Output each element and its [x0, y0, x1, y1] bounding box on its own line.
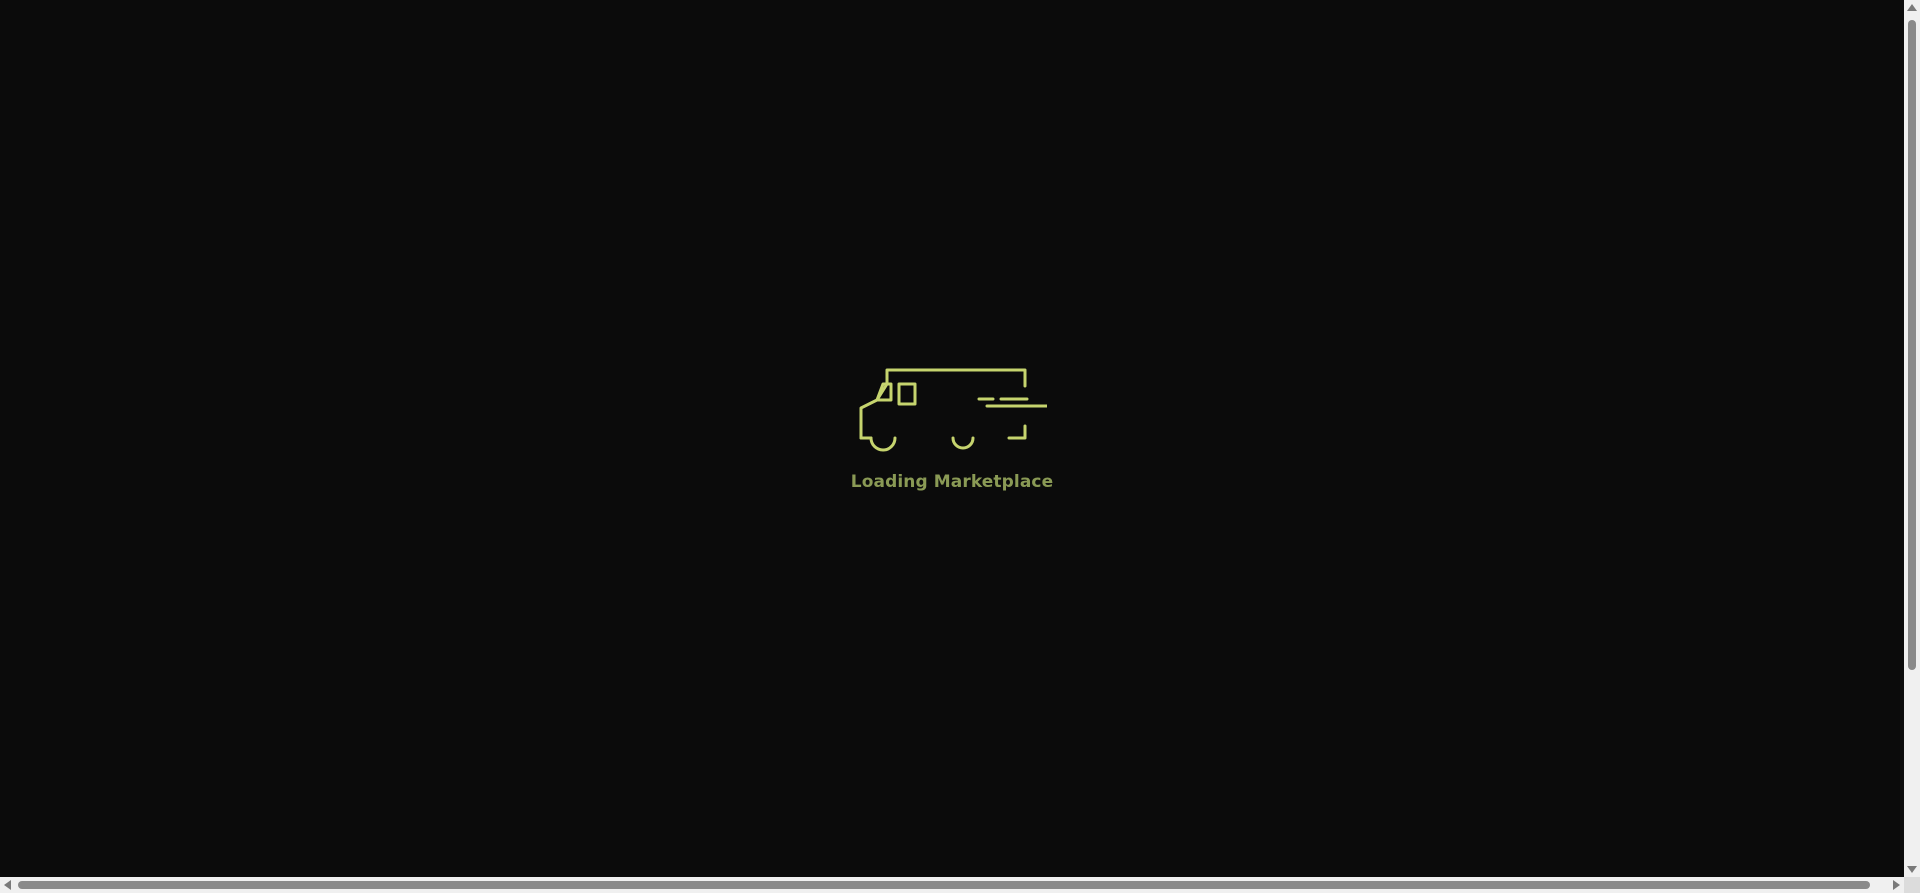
horizontal-scrollbar[interactable]	[0, 877, 1904, 893]
arrow-right-icon[interactable]	[1893, 880, 1900, 890]
vertical-scrollbar[interactable]	[1904, 0, 1920, 877]
loading-overlay: Loading Marketplace	[0, 360, 1904, 492]
loading-text: Loading Marketplace	[850, 472, 1054, 492]
arrow-left-icon[interactable]	[4, 880, 11, 890]
arrow-up-icon[interactable]	[1907, 4, 1917, 11]
vertical-scroll-thumb[interactable]	[1908, 20, 1916, 670]
arrow-down-icon[interactable]	[1907, 866, 1917, 873]
delivery-truck-icon	[859, 368, 1047, 452]
horizontal-scroll-thumb[interactable]	[18, 881, 1870, 889]
scrollbar-corner	[1904, 877, 1920, 893]
page-viewport: Loading Marketplace	[0, 0, 1904, 877]
